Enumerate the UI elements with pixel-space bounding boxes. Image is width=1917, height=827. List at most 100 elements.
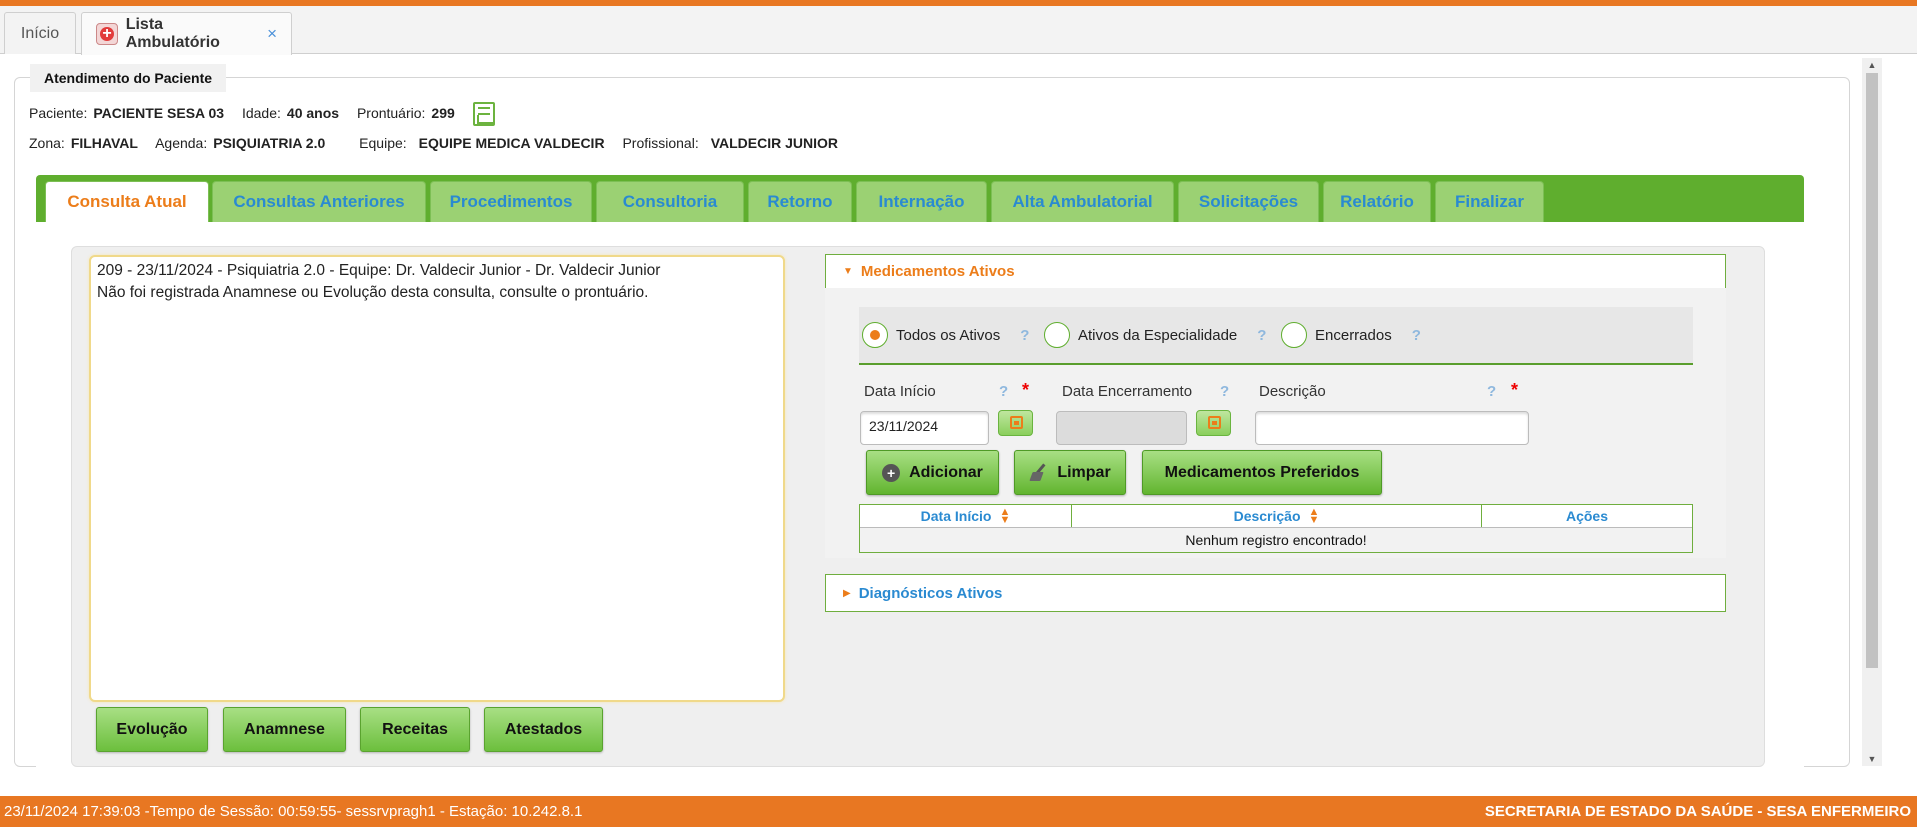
caret-down-icon: ▼	[843, 266, 853, 277]
data-inicio-calendar-button[interactable]	[998, 410, 1033, 436]
zona-value: FILHAVAL	[70, 135, 138, 151]
medicamentos-ativos-section: ▼ Medicamentos Ativos	[825, 254, 1726, 288]
data-encerramento-input	[1056, 411, 1187, 445]
descricao-input[interactable]	[1255, 411, 1529, 445]
help-icon: ?	[1257, 326, 1267, 344]
tab-finalizar-label: Finalizar	[1455, 192, 1524, 211]
tab-procedimentos[interactable]: Procedimentos	[430, 181, 592, 222]
consulta-tab-bar: Consulta Atual Consultas Anteriores Proc…	[36, 175, 1804, 222]
help-icon: ?	[1020, 326, 1030, 344]
profissional-value: VALDECIR JUNIOR	[710, 135, 839, 151]
panel-legend: Atendimento do Paciente	[30, 64, 227, 92]
atestados-button-label: Atestados	[504, 720, 583, 738]
medicamentos-preferidos-button-label: Medicamentos Preferidos	[1164, 463, 1360, 481]
column-header-acoes-label: Ações	[1565, 508, 1609, 524]
column-header-data-inicio[interactable]: Data Início ▲ ▼	[860, 505, 1072, 527]
agenda-value: PSIQUIATRIA 2.0	[213, 135, 326, 151]
scroll-down-icon[interactable]: ▼	[1862, 754, 1882, 764]
session-status-text: 23/11/2024 17:39:03 -Tempo de Sessão: 00…	[4, 803, 583, 820]
agenda-info-row: Zona: FILHAVAL Agenda: PSIQUIATRIA 2.0 Equ…	[29, 135, 852, 151]
radio-encerrados[interactable]: Encerrados ?	[1281, 322, 1421, 348]
column-header-descricao-label: Descrição	[1233, 508, 1301, 524]
tab-solicitacoes[interactable]: Solicitações	[1178, 181, 1319, 222]
tab-procedimentos-label: Procedimentos	[449, 192, 573, 211]
column-header-data-inicio-label: Data Início	[920, 508, 992, 524]
tab-alta-ambulatorial[interactable]: Alta Ambulatorial	[991, 181, 1174, 222]
radio-ativos-especialidade-circle[interactable]	[1044, 322, 1070, 348]
sort-icon: ▲ ▼	[1308, 506, 1320, 526]
tab-internacao[interactable]: Internação	[856, 181, 987, 222]
consulta-notes-textarea[interactable]: 209 - 23/11/2024 - Psiquiatria 2.0 - Equ…	[89, 255, 785, 702]
paciente-value: PACIENTE SESA 03	[93, 104, 225, 121]
help-icon: ?	[1487, 383, 1497, 400]
descricao-label: Descrição	[1259, 383, 1326, 400]
help-icon: ?	[999, 383, 1009, 400]
notes-line-2: Não foi registrada Anamnese ou Evolução …	[97, 284, 649, 301]
anamnese-button-label: Anamnese	[244, 720, 325, 738]
status-footer: 23/11/2024 17:39:03 -Tempo de Sessão: 00…	[0, 796, 1917, 827]
diagnosticos-ativos-title: Diagnósticos Ativos	[858, 585, 1003, 602]
caret-right-icon: ▶	[843, 588, 851, 599]
diagnosticos-ativos-section: ▶ Diagnósticos Ativos	[825, 574, 1726, 612]
help-icon: ?	[1411, 326, 1421, 344]
prontuario-label: Prontuário:	[356, 104, 426, 121]
help-icon: ?	[1220, 383, 1230, 400]
profissional-label: Profissional:	[622, 135, 699, 151]
receitas-button[interactable]: Receitas	[360, 707, 470, 752]
tab-consultas-anteriores-label: Consultas Anteriores	[233, 192, 405, 211]
data-inicio-input[interactable]: 23/11/2024	[860, 411, 989, 445]
adicionar-button[interactable]: + Adicionar	[866, 450, 999, 495]
tab-inicio[interactable]: Início	[4, 12, 76, 54]
evolucao-button[interactable]: Evolução	[96, 707, 208, 752]
tab-consultas-anteriores[interactable]: Consultas Anteriores	[212, 181, 426, 222]
anamnese-button[interactable]: Anamnese	[223, 707, 346, 752]
tab-consultoria[interactable]: Consultoria	[596, 181, 744, 222]
footer-spacer	[0, 768, 1917, 796]
tab-inicio-label: Início	[20, 24, 60, 42]
zona-label: Zona:	[29, 135, 65, 151]
prontuario-chart-icon[interactable]	[472, 102, 495, 126]
tab-alta-ambulatorial-label: Alta Ambulatorial	[1012, 192, 1153, 211]
prontuario-value: 299	[431, 104, 455, 121]
tab-lista-ambulatorio[interactable]: Lista Ambulatório ×	[81, 12, 292, 55]
radio-todos-ativos[interactable]: Todos os Ativos ?	[862, 322, 1029, 348]
diagnosticos-ativos-toggle[interactable]: ▶ Diagnósticos Ativos	[843, 585, 1002, 602]
table-header: Data Início ▲ ▼ Descrição ▲ ▼ Ações	[860, 505, 1692, 528]
notes-line-1: 209 - 23/11/2024 - Psiquiatria 2.0 - Equ…	[97, 262, 661, 279]
limpar-button[interactable]: Limpar	[1014, 450, 1126, 495]
tab-finalizar[interactable]: Finalizar	[1435, 181, 1544, 222]
tab-relatorio[interactable]: Relatório	[1323, 181, 1431, 222]
data-encerramento-calendar-button[interactable]	[1196, 410, 1231, 436]
patient-info-row: Paciente: PACIENTE SESA 03 Idade: 40 anos …	[29, 102, 495, 126]
radio-ativos-especialidade-label: Ativos da Especialidade	[1078, 326, 1238, 344]
atestados-button[interactable]: Atestados	[484, 707, 603, 752]
tab-internacao-label: Internação	[878, 192, 965, 211]
radio-todos-ativos-circle[interactable]	[862, 322, 888, 348]
tab-retorno[interactable]: Retorno	[748, 181, 852, 222]
calendar-icon	[1208, 416, 1221, 429]
radio-ativos-especialidade[interactable]: Ativos da Especialidade ?	[1044, 322, 1266, 348]
adicionar-button-label: Adicionar	[909, 463, 983, 481]
close-icon[interactable]: ×	[267, 24, 277, 44]
page-tab-bar: Início Lista Ambulatório ×	[0, 6, 1917, 55]
medicamentos-ativos-toggle[interactable]: ▼ Medicamentos Ativos	[843, 263, 1015, 280]
radio-encerrados-circle[interactable]	[1281, 322, 1307, 348]
idade-label: Idade:	[241, 104, 281, 121]
tab-solicitacoes-label: Solicitações	[1198, 192, 1299, 211]
tab-relatorio-label: Relatório	[1340, 192, 1414, 211]
tab-consulta-atual[interactable]: Consulta Atual	[45, 181, 209, 222]
medicamentos-table: Data Início ▲ ▼ Descrição ▲ ▼ Ações Nenhum…	[859, 504, 1693, 553]
equipe-label: Equipe:	[359, 135, 407, 151]
scrollbar-thumb[interactable]	[1866, 73, 1878, 668]
medicamentos-filter-bar: Todos os Ativos ? Ativos da Especialidad…	[859, 307, 1693, 365]
broom-icon	[1029, 463, 1051, 483]
data-encerramento-label: Data Encerramento	[1062, 383, 1193, 400]
column-header-descricao[interactable]: Descrição ▲ ▼	[1072, 505, 1482, 527]
idade-value: 40 anos	[286, 104, 340, 121]
required-marker: *	[1022, 380, 1030, 400]
paciente-label: Paciente:	[29, 104, 88, 121]
scroll-up-icon[interactable]: ▲	[1862, 60, 1882, 70]
vertical-scrollbar[interactable]: ▲ ▼	[1862, 58, 1882, 766]
medicamentos-preferidos-button[interactable]: Medicamentos Preferidos	[1142, 450, 1382, 495]
receitas-button-label: Receitas	[382, 720, 448, 738]
